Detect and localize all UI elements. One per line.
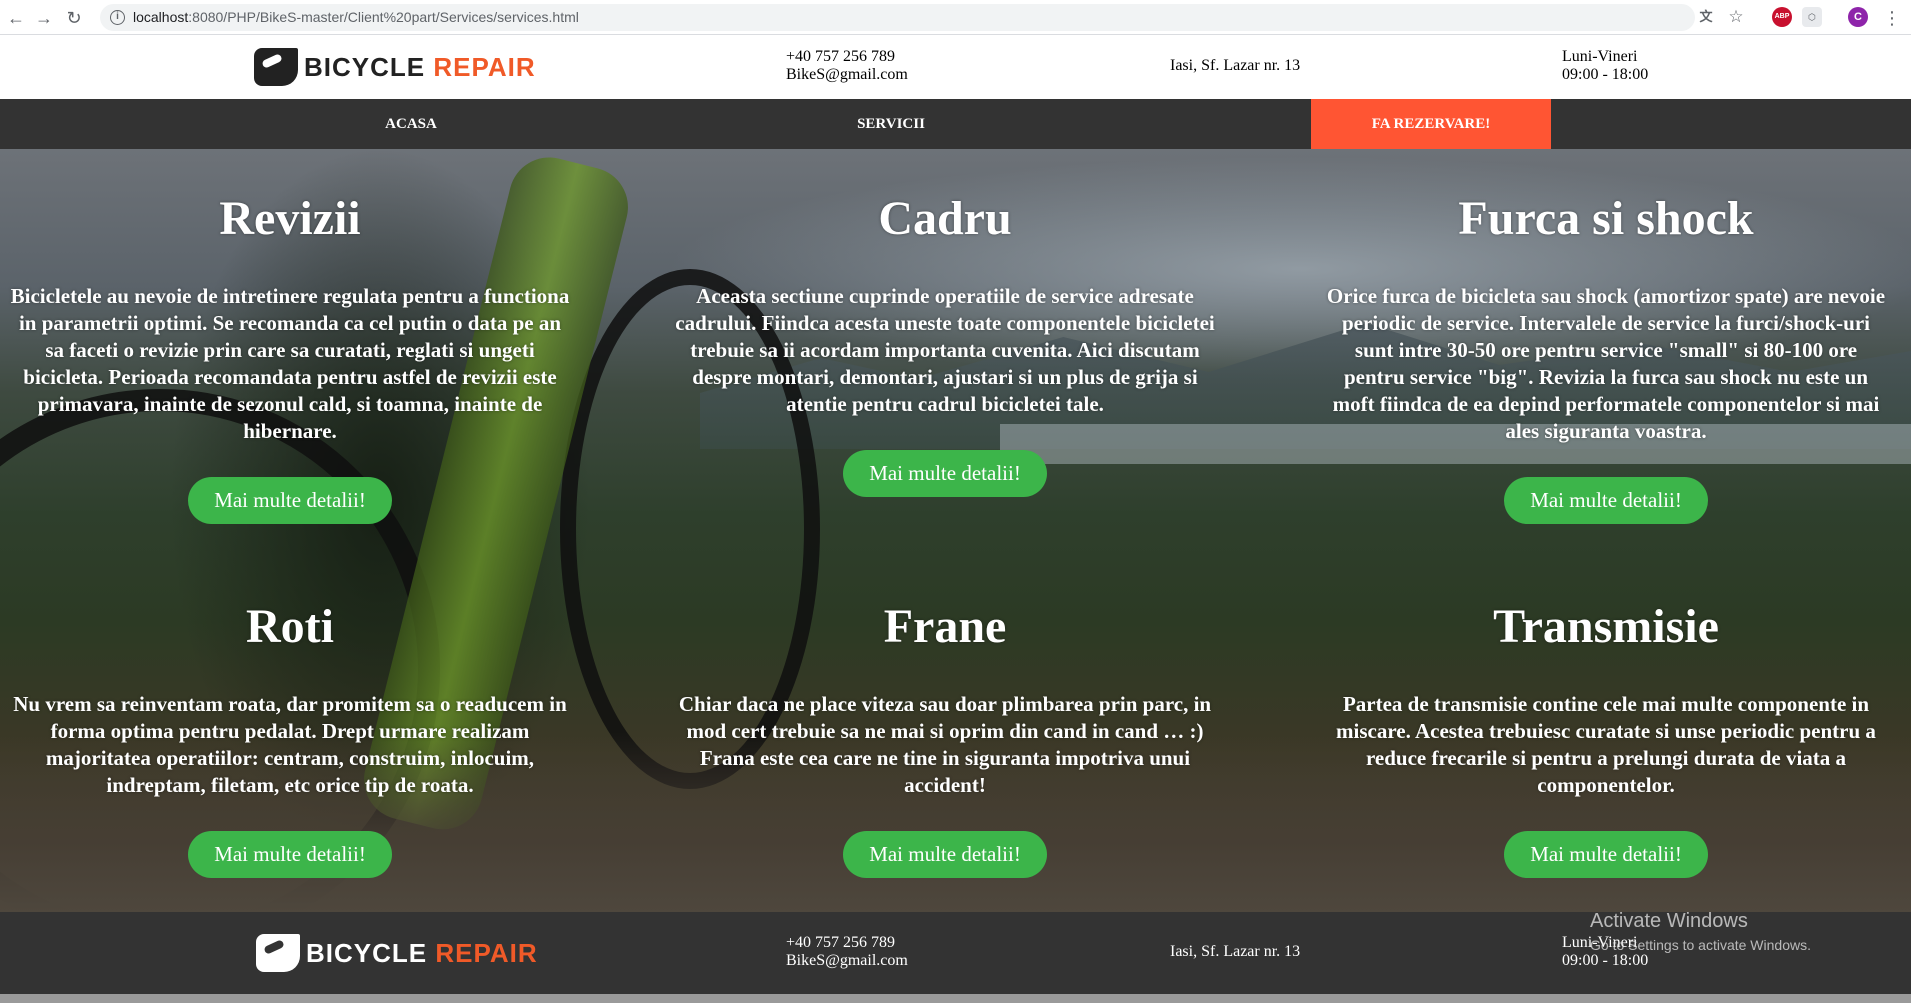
nav-link-acasa[interactable]: ACASA bbox=[311, 99, 511, 149]
footer-phone: +40 757 256 789 bbox=[786, 934, 896, 951]
header-contact: +40 757 256 789 BikeS@gmail.com bbox=[786, 48, 908, 84]
url-text[interactable]: localhost:8080/PHP/BikeS-master/Client%2… bbox=[133, 9, 579, 25]
service-card-revizii: Revizii Bicicletele au nevoie de intreti… bbox=[0, 189, 580, 524]
reload-icon[interactable]: ↻ bbox=[62, 6, 86, 30]
service-description: Aceasta sectiune cuprinde operatiile de … bbox=[675, 284, 1215, 416]
watermark-title: Activate Windows bbox=[1590, 910, 1748, 932]
service-title: Roti bbox=[246, 600, 334, 653]
details-button[interactable]: Mai multe detalii! bbox=[843, 450, 1047, 497]
browser-toolbar: ← → ↻ i localhost:8080/PHP/BikeS-master/… bbox=[0, 0, 1911, 35]
nav-link-rezervare[interactable]: FA REZERVARE! bbox=[1311, 99, 1551, 149]
bike-logo-icon bbox=[254, 48, 298, 86]
service-title: Frane bbox=[883, 600, 1007, 653]
forward-arrow-icon[interactable]: → bbox=[32, 6, 56, 30]
watermark-subtitle: Go to Settings to activate Windows. bbox=[1590, 937, 1811, 953]
header-hours: 09:00 - 18:00 bbox=[1562, 66, 1649, 83]
header-email: BikeS@gmail.com bbox=[786, 66, 908, 83]
service-card-roti: Roti Nu vrem sa reinventam roata, dar pr… bbox=[0, 597, 580, 878]
services-hero: Revizii Bicicletele au nevoie de intreti… bbox=[0, 149, 1911, 912]
adblock-icon[interactable]: ABP bbox=[1772, 7, 1792, 27]
details-button[interactable]: Mai multe detalii! bbox=[843, 831, 1047, 878]
extension-icon[interactable]: ⬡ bbox=[1802, 7, 1822, 27]
menu-kebab-icon[interactable]: ⋮ bbox=[1880, 6, 1904, 30]
footer-logo[interactable]: BICYCLE REPAIR bbox=[256, 934, 538, 972]
service-description: Chiar daca ne place viteza sau doar plim… bbox=[678, 692, 1212, 797]
service-title: Transmisie bbox=[1493, 600, 1719, 653]
info-icon[interactable]: i bbox=[110, 10, 125, 25]
url-host: localhost bbox=[133, 9, 189, 25]
site-header: BICYCLE REPAIR +40 757 256 789 BikeS@gma… bbox=[0, 35, 1911, 99]
service-description: Nu vrem sa reinventam roata, dar promite… bbox=[13, 692, 567, 797]
service-description: Partea de transmisie contine cele mai mu… bbox=[1336, 692, 1876, 797]
logo-text: BICYCLE REPAIR bbox=[304, 51, 536, 82]
translate-icon[interactable]: 文 bbox=[1696, 7, 1716, 27]
profile-avatar[interactable]: C bbox=[1848, 7, 1868, 27]
nav-link-servicii[interactable]: SERVICII bbox=[791, 99, 991, 149]
details-button[interactable]: Mai multe detalii! bbox=[188, 831, 392, 878]
address-bar[interactable]: i localhost:8080/PHP/BikeS-master/Client… bbox=[100, 4, 1744, 31]
service-title: Furca si shock bbox=[1458, 192, 1754, 245]
details-button[interactable]: Mai multe detalii! bbox=[1504, 831, 1708, 878]
service-card-transmisie: Transmisie Partea de transmisie contine … bbox=[1316, 597, 1896, 878]
header-schedule: Luni-Vineri 09:00 - 18:00 bbox=[1562, 48, 1648, 84]
main-nav: ACASA SERVICII FA REZERVARE! bbox=[0, 99, 1911, 149]
service-card-frane: Frane Chiar daca ne place viteza sau doa… bbox=[655, 597, 1235, 878]
logo-text: BICYCLE REPAIR bbox=[306, 937, 538, 968]
service-title: Cadru bbox=[878, 192, 1012, 245]
footer-email: BikeS@gmail.com bbox=[786, 952, 908, 969]
bottom-strip bbox=[0, 994, 1911, 1003]
details-button[interactable]: Mai multe detalii! bbox=[1504, 477, 1708, 524]
header-address: Iasi, Sf. Lazar nr. 13 bbox=[1170, 57, 1301, 74]
url-path: :8080/PHP/BikeS-master/Client%20part/Ser… bbox=[188, 9, 579, 25]
header-days: Luni-Vineri bbox=[1562, 48, 1638, 65]
back-arrow-icon[interactable]: ← bbox=[4, 6, 28, 30]
service-description: Orice furca de bicicleta sau shock (amor… bbox=[1326, 284, 1886, 443]
header-logo[interactable]: BICYCLE REPAIR bbox=[254, 48, 536, 86]
service-card-cadru: Cadru Aceasta sectiune cuprinde operatii… bbox=[655, 189, 1235, 497]
service-card-furca-shock: Furca si shock Orice furca de bicicleta … bbox=[1316, 189, 1896, 524]
header-phone: +40 757 256 789 bbox=[786, 48, 896, 65]
service-description: Bicicletele au nevoie de intretinere reg… bbox=[10, 284, 570, 443]
star-icon[interactable]: ☆ bbox=[1726, 7, 1746, 27]
service-title: Revizii bbox=[219, 192, 361, 245]
footer-address: Iasi, Sf. Lazar nr. 13 bbox=[1170, 943, 1301, 960]
footer-contact: +40 757 256 789 BikeS@gmail.com bbox=[786, 934, 908, 970]
footer-hours: 09:00 - 18:00 bbox=[1562, 952, 1649, 969]
details-button[interactable]: Mai multe detalii! bbox=[188, 477, 392, 524]
activate-windows-watermark: Activate Windows Go to Settings to activ… bbox=[1590, 910, 1811, 953]
bike-logo-icon bbox=[256, 934, 300, 972]
